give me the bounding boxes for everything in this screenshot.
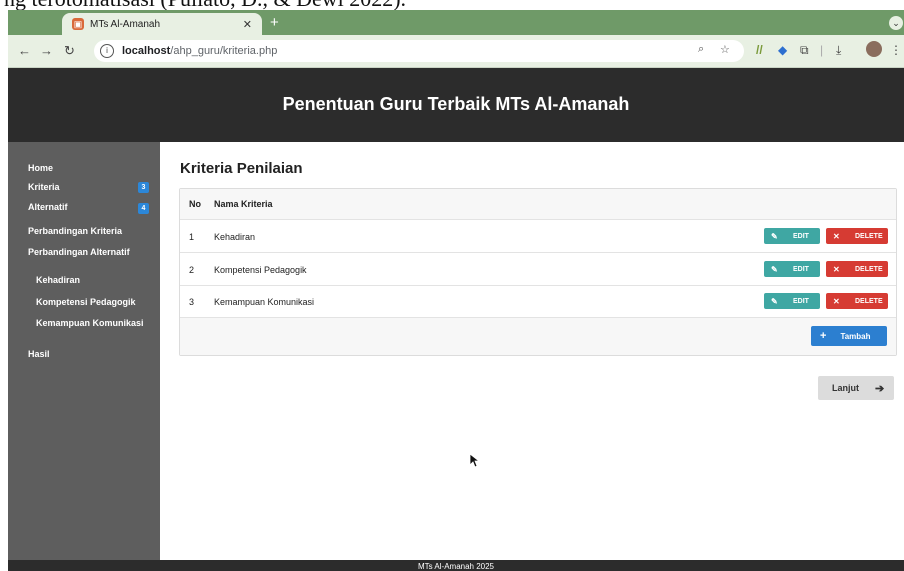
column-header-nama-kriteria: Nama Kriteria: [214, 199, 273, 209]
x-icon: ✕: [833, 296, 840, 306]
sidebar-subitem-kehadiran[interactable]: Kehadiran: [36, 275, 80, 285]
new-tab-icon[interactable]: +: [270, 14, 279, 31]
table-row: 2 Kompetensi Pedagogik ✎ EDIT ✕ DELETE: [180, 253, 896, 286]
site-header: Penentuan Guru Terbaik MTs Al-Amanah: [8, 68, 904, 142]
edit-label: EDIT: [793, 232, 809, 240]
extension-slash-icon[interactable]: //: [756, 43, 763, 57]
profile-avatar[interactable]: [866, 41, 882, 57]
close-icon[interactable]: ✕: [243, 18, 252, 31]
site-footer: MTs Al-Amanah 2025: [8, 560, 904, 571]
favicon-icon: ▣: [72, 18, 84, 30]
sidebar-subitem-kemampuan-komunikasi[interactable]: Kemampuan Komunikasi: [36, 318, 144, 328]
column-header-no: No: [189, 199, 201, 209]
alternatif-count-badge: 4: [138, 203, 149, 214]
sidebar: Home Kriteria 3 Alternatif 4 Perbandinga…: [8, 142, 160, 560]
row-no: 3: [189, 297, 195, 307]
delete-label: DELETE: [855, 265, 883, 273]
next-label: Lanjut: [832, 383, 859, 393]
edit-label: EDIT: [793, 265, 809, 273]
delete-label: DELETE: [855, 232, 883, 240]
delete-label: DELETE: [855, 297, 883, 305]
zoom-icon[interactable]: ⌕: [698, 43, 704, 56]
delete-button[interactable]: ✕ DELETE: [826, 261, 888, 277]
row-name: Kehadiran: [214, 232, 256, 242]
delete-button[interactable]: ✕ DELETE: [826, 228, 888, 244]
sidebar-item-home[interactable]: Home: [28, 163, 53, 173]
sidebar-item-alternatif[interactable]: Alternatif: [28, 202, 68, 212]
tab-title: MTs Al-Amanah: [90, 18, 161, 30]
table-row: 3 Kemampuan Komunikasi ✎ EDIT ✕ DELETE: [180, 286, 896, 318]
menu-kebab-icon[interactable]: ⋮: [890, 43, 902, 57]
table-footer: + Tambah: [180, 318, 896, 355]
row-no: 2: [189, 265, 195, 275]
document-text: ng terotomatisasi (Puliato, D., & Dewi 2…: [4, 0, 406, 10]
page-title: Kriteria Penilaian: [180, 160, 303, 177]
url-path: /ahp_guru/kriteria.php: [170, 45, 278, 57]
x-icon: ✕: [833, 264, 840, 274]
pencil-icon: ✎: [771, 264, 778, 274]
edit-button[interactable]: ✎ EDIT: [764, 228, 820, 244]
forward-icon[interactable]: →: [40, 43, 53, 58]
row-no: 1: [189, 232, 195, 242]
table-row: 1 Kehadiran ✎ EDIT ✕ DELETE: [180, 220, 896, 253]
sidebar-item-kriteria[interactable]: Kriteria: [28, 182, 60, 192]
add-label: Tambah: [840, 331, 871, 341]
download-icon[interactable]: ⤓: [836, 43, 841, 58]
sidebar-item-perbandingan-kriteria[interactable]: Perbandingan Kriteria: [28, 226, 122, 236]
add-button[interactable]: + Tambah: [811, 326, 887, 346]
row-name: Kemampuan Komunikasi: [214, 297, 315, 307]
browser-toolbar: ← → ↻ i localhost/ahp_guru/kriteria.php …: [8, 35, 904, 68]
address-bar[interactable]: i localhost/ahp_guru/kriteria.php ⌕ ☆: [94, 40, 744, 62]
browser-window: ▣ MTs Al-Amanah ✕ + ⌄ ← → ↻ i localhost/…: [8, 10, 904, 571]
url-host: localhost: [122, 45, 171, 57]
tab-bar: ▣ MTs Al-Amanah ✕ + ⌄: [8, 10, 904, 35]
arrow-right-icon: ➔: [875, 382, 885, 395]
edit-button[interactable]: ✎ EDIT: [764, 261, 820, 277]
bookmark-star-icon[interactable]: ☆: [720, 43, 730, 56]
row-name: Kompetensi Pedagogik: [214, 265, 307, 275]
extension-shield-icon[interactable]: ◆: [778, 43, 787, 57]
pencil-icon: ✎: [771, 296, 778, 306]
toolbar-divider: |: [820, 43, 824, 57]
pencil-icon: ✎: [771, 231, 778, 241]
tab-search-icon[interactable]: ⌄: [889, 16, 903, 30]
table-header-row: No Nama Kriteria: [180, 189, 896, 220]
reload-icon[interactable]: ↻: [64, 43, 75, 59]
site-info-icon[interactable]: i: [100, 44, 114, 58]
x-icon: ✕: [833, 231, 840, 241]
edit-label: EDIT: [793, 297, 809, 305]
browser-tab[interactable]: ▣ MTs Al-Amanah ✕: [62, 13, 262, 35]
plus-icon: +: [820, 330, 827, 342]
back-icon[interactable]: ←: [18, 43, 31, 58]
main-content: Kriteria Penilaian No Nama Kriteria 1 Ke…: [160, 142, 904, 560]
edit-button[interactable]: ✎ EDIT: [764, 293, 820, 309]
extensions-puzzle-icon[interactable]: ⧉: [800, 43, 809, 58]
sidebar-subitem-kompetensi-pedagogik[interactable]: Kompetensi Pedagogik: [36, 297, 136, 307]
web-page: Penentuan Guru Terbaik MTs Al-Amanah Hom…: [8, 68, 904, 571]
sidebar-item-hasil[interactable]: Hasil: [28, 349, 50, 359]
sidebar-item-perbandingan-alternatif[interactable]: Perbandingan Alternatif: [28, 247, 130, 257]
kriteria-count-badge: 3: [138, 182, 149, 193]
document-text-strip: ng terotomatisasi (Puliato, D., & Dewi 2…: [0, 0, 904, 10]
site-title: Penentuan Guru Terbaik MTs Al-Amanah: [282, 94, 630, 114]
url-text: localhost/ahp_guru/kriteria.php: [122, 45, 277, 57]
next-button[interactable]: Lanjut ➔: [818, 376, 894, 400]
kriteria-table: No Nama Kriteria 1 Kehadiran ✎ EDIT ✕ DELE…: [179, 188, 897, 356]
delete-button[interactable]: ✕ DELETE: [826, 293, 888, 309]
